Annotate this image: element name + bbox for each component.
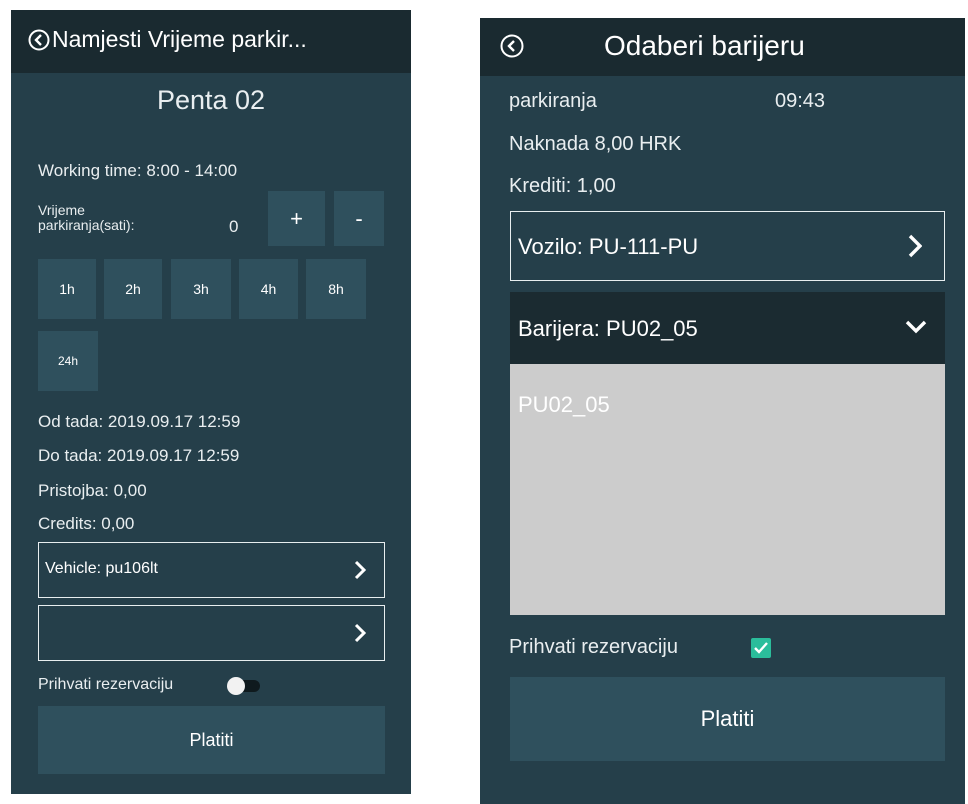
chevron-right-icon [908,234,923,263]
barrier-options-list: PU02_05 [510,364,945,615]
to-time: Do tada: 2019.09.17 12:59 [38,446,240,465]
fee: Naknada 8,00 HRK [509,133,682,155]
working-time: Working time: 8:00 - 14:00 [38,161,238,180]
vehicle-selector[interactable]: Vozilo: PU-111-PU [510,211,945,281]
left-header: Namjesti Vrijeme parkir... [11,10,411,73]
header-title: Odaberi barijeru [604,30,805,61]
accept-reservation-checkbox[interactable] [751,638,771,658]
quick-hour-button[interactable]: 24h [38,331,98,391]
back-icon[interactable] [28,29,50,51]
barrier-dropdown[interactable]: Barijera: PU02_05 [510,292,945,364]
plus-button[interactable]: + [268,191,325,246]
chevron-down-icon [905,320,927,339]
barrier-option[interactable]: PU02_05 [518,392,610,418]
right-header: Odaberi barijeru [480,18,965,76]
location-title: Penta 02 [156,85,266,115]
parking-hours-label: Vrijeme parkiranja(sati): [38,202,135,233]
left-screen: Namjesti Vrijeme parkir... Penta 02 Work… [11,10,411,794]
barrier-selected: Barijera: PU02_05 [518,316,698,341]
fee: Pristojba: 0,00 [38,481,147,500]
from-time: Od tada: 2019.09.17 12:59 [38,412,241,431]
quick-hour-button[interactable]: 4h [239,259,298,319]
quick-hour-button[interactable]: 2h [104,259,162,319]
header-title: Namjesti Vrijeme parkir... [52,26,307,52]
accept-reservation-toggle[interactable] [226,676,262,696]
accept-reservation-label: Prihvati rezervaciju [509,636,678,658]
parking-label-partial: parkiranja [509,90,597,112]
chevron-right-icon [354,560,367,585]
minus-button[interactable]: - [334,191,384,246]
vehicle-selector[interactable]: Vehicle: pu106lt [38,542,385,598]
quick-hour-button[interactable]: 3h [171,259,231,319]
pay-button[interactable]: Platiti [38,706,385,774]
back-icon[interactable] [500,34,524,58]
credits: Credits: 0,00 [38,514,135,533]
accept-reservation-label: Prihvati rezervaciju [38,676,174,693]
quick-hour-button[interactable]: 1h [38,259,96,319]
right-screen: Odaberi barijeru parkiranja 09:43 Naknad… [480,18,965,804]
credits: Krediti: 1,00 [509,175,616,197]
parking-time: 09:43 [775,90,826,112]
pay-button[interactable]: Platiti [510,677,945,761]
quick-hour-button[interactable]: 8h [306,259,366,319]
chevron-right-icon [354,623,367,648]
secondary-selector[interactable] [38,605,385,661]
hours-value: 0 [229,217,239,236]
